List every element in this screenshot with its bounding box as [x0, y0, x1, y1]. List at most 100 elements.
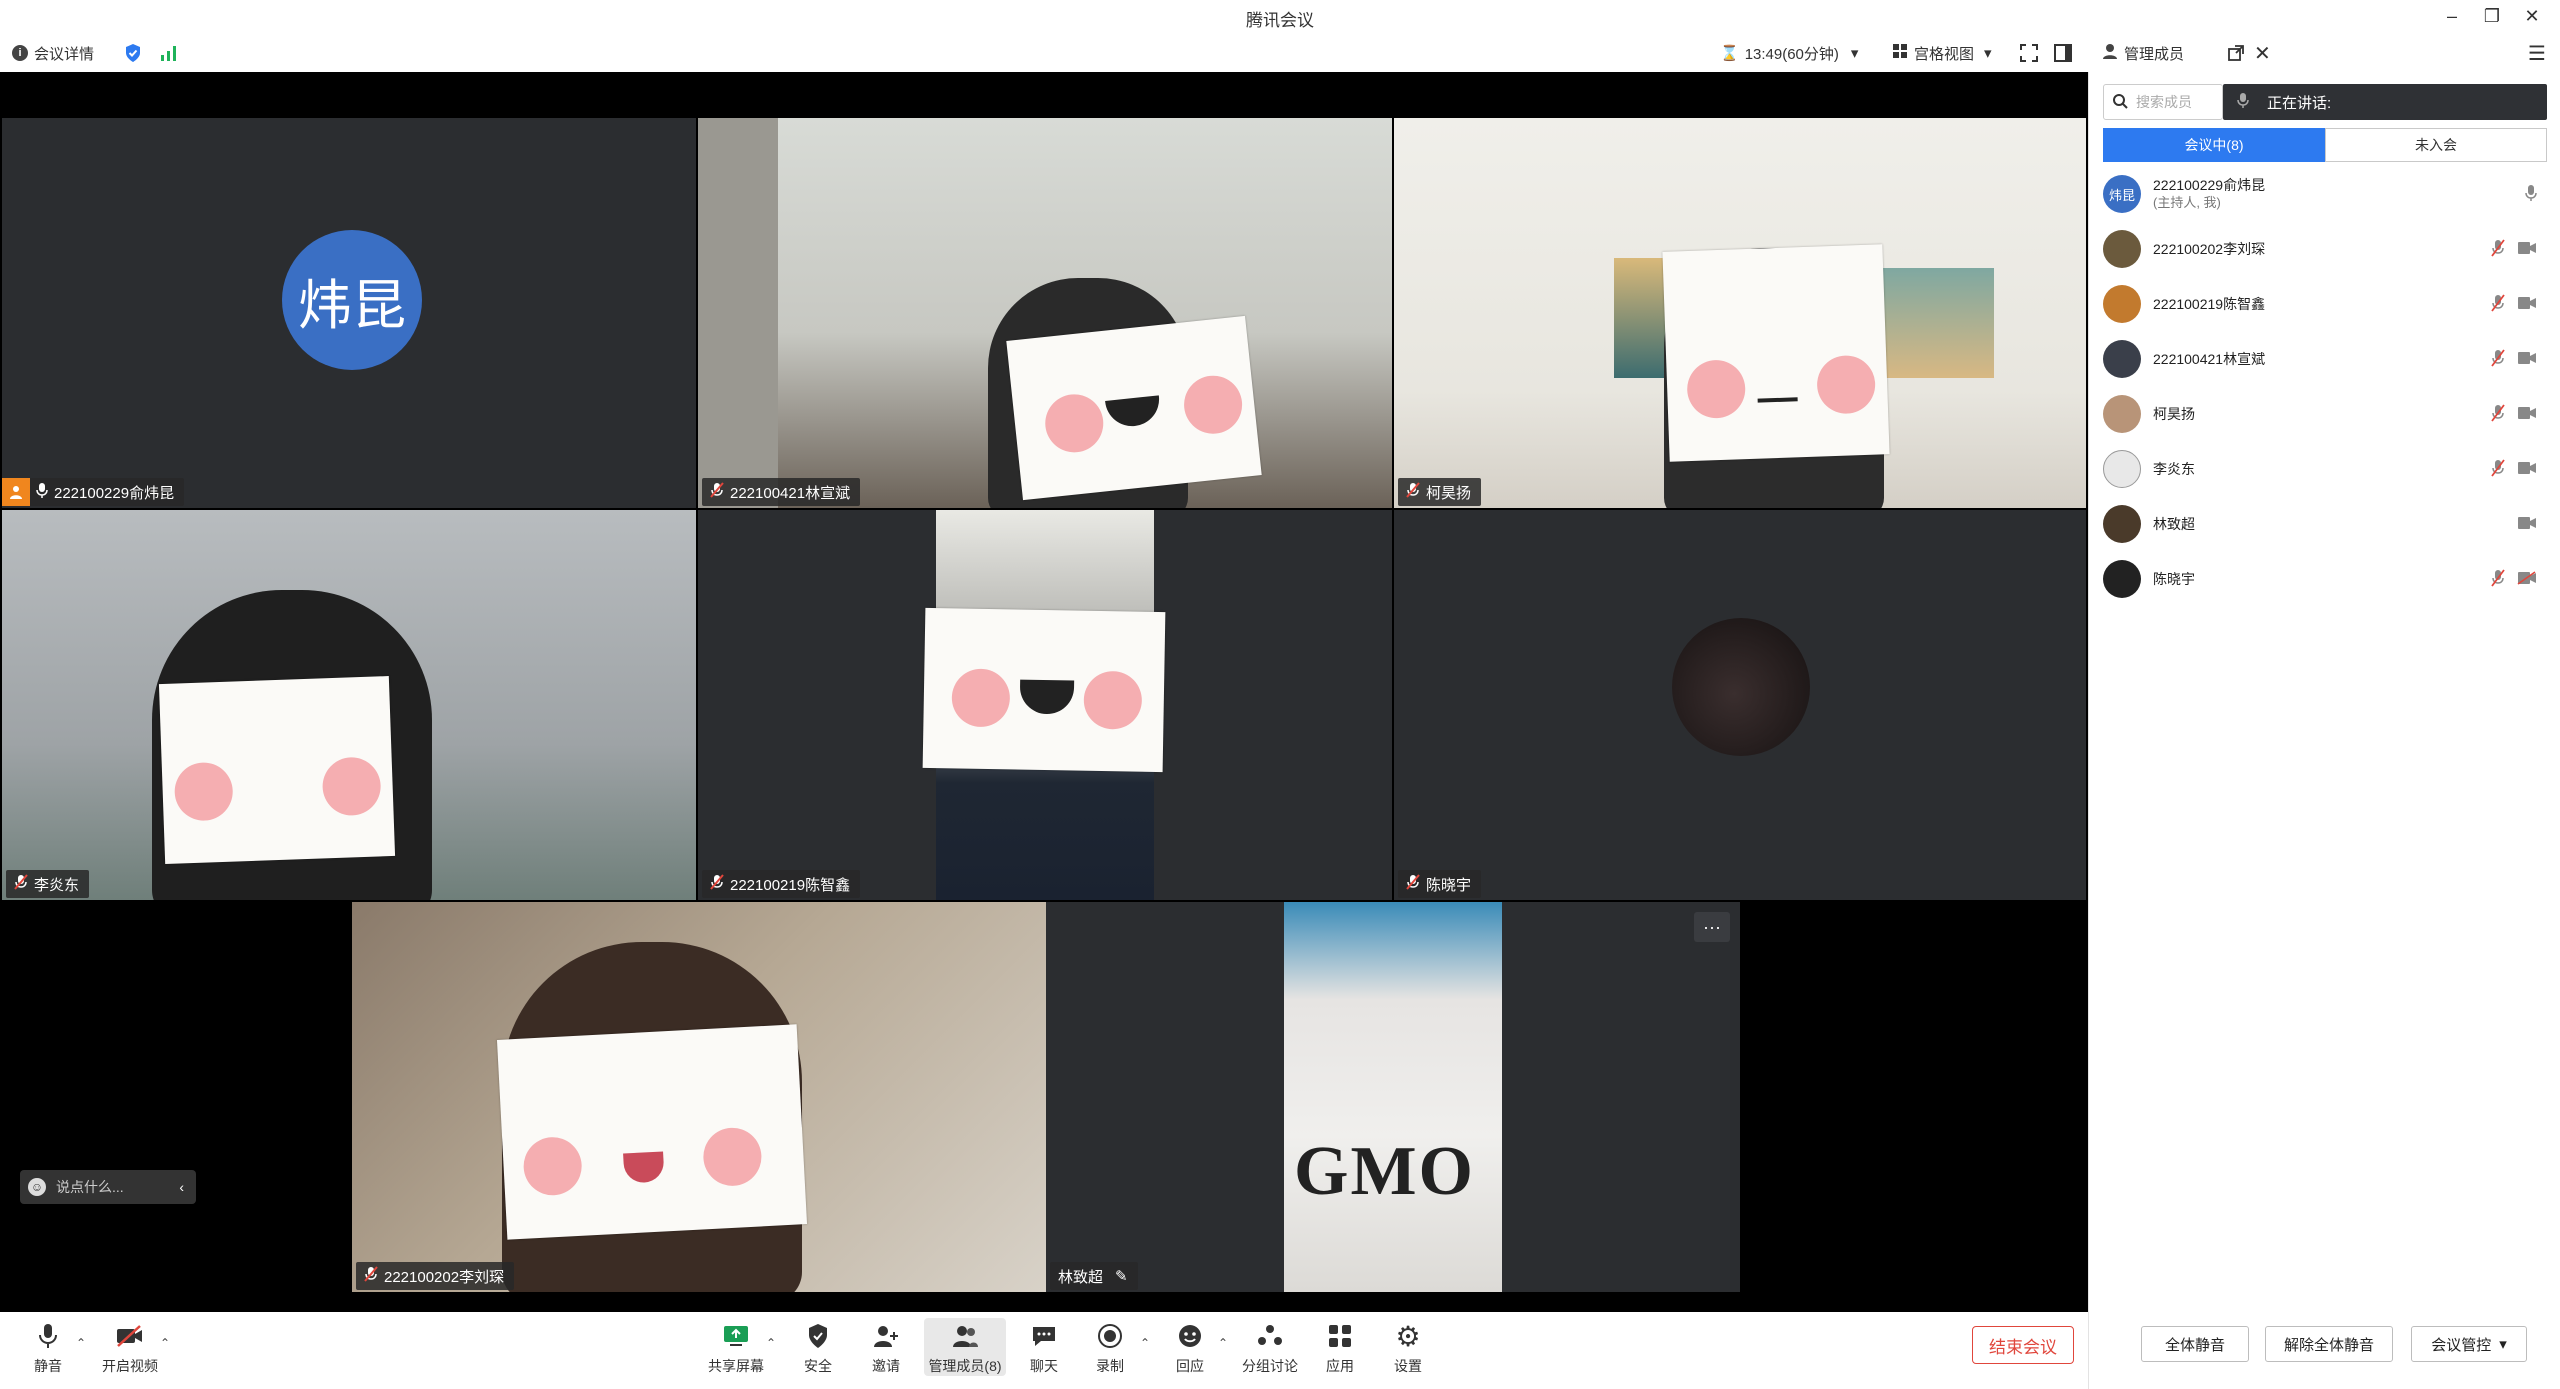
- member-name-block: 李炎东: [2153, 460, 2195, 478]
- camera-icon[interactable]: [2517, 351, 2537, 370]
- member-row[interactable]: 222100421林宣斌: [2103, 335, 2547, 383]
- close-window-icon[interactable]: ✕: [2514, 2, 2550, 30]
- mic-muted-icon[interactable]: [2491, 349, 2505, 372]
- member-row[interactable]: 222100202李刘琛: [2103, 225, 2547, 273]
- member-row[interactable]: 222100219陈智鑫: [2103, 280, 2547, 328]
- chat-input[interactable]: ☺ 说点什么... ‹: [20, 1170, 196, 1204]
- manage-members-button[interactable]: 管理成员(8): [924, 1318, 1006, 1376]
- hourglass-icon: ⌛: [1720, 45, 1739, 62]
- mic-muted-icon[interactable]: [2491, 294, 2505, 317]
- tile-name-tag: 222100229俞炜昆: [2, 478, 185, 506]
- video-tile[interactable]: 李炎东: [2, 510, 696, 900]
- camera-icon[interactable]: [2517, 516, 2537, 535]
- member-name: 222100421林宣斌: [2153, 351, 2266, 367]
- tile-name-tag: 陈晓宇: [1398, 870, 1482, 898]
- meeting-controls: 静音 ⌃ 开启视频 ⌃ 共享屏幕 ⌃ 安全 邀请 管理成员(8) 聊天 录制 ⌃…: [0, 1312, 2088, 1389]
- chevron-up-icon[interactable]: ⌃: [1218, 1336, 1228, 1350]
- mute-all-button[interactable]: 全体静音: [2141, 1326, 2249, 1362]
- video-tile[interactable]: 222100202李刘琛: [352, 902, 1046, 1292]
- chevron-up-icon[interactable]: ⌃: [1140, 1336, 1150, 1350]
- member-row[interactable]: 陈晓宇: [2103, 555, 2547, 603]
- menu-icon[interactable]: ☰: [2528, 40, 2546, 66]
- meeting-timer[interactable]: ⌛ 13:49(60分钟) ▾: [1720, 40, 1858, 66]
- chevron-up-icon[interactable]: ⌃: [160, 1336, 170, 1350]
- mic-muted-icon[interactable]: [2491, 569, 2505, 592]
- member-search-input[interactable]: 搜索成员: [2103, 84, 2223, 120]
- settings-label: 设置: [1394, 1358, 1422, 1374]
- signal-icon[interactable]: [160, 40, 178, 66]
- emoji-face-sticker: [496, 1024, 808, 1240]
- sidebar-toggle-icon[interactable]: [2054, 40, 2072, 66]
- video-tile[interactable]: 柯昊扬: [1394, 118, 2086, 508]
- mic-muted-icon[interactable]: [2491, 404, 2505, 427]
- video-tile-host[interactable]: 炜昆 222100229俞炜昆: [2, 118, 696, 508]
- collapse-chevron-icon[interactable]: ‹: [179, 1179, 184, 1195]
- share-screen-button[interactable]: 共享屏幕: [696, 1320, 776, 1376]
- avatar: [2103, 230, 2141, 268]
- breakout-label: 分组讨论: [1242, 1358, 1298, 1374]
- mic-icon[interactable]: [2525, 184, 2537, 207]
- meeting-info-button[interactable]: i 会议详情: [12, 40, 94, 66]
- chevron-up-icon[interactable]: ⌃: [766, 1336, 776, 1350]
- mic-muted-icon: [1406, 874, 1420, 894]
- camera-off-icon[interactable]: [2517, 571, 2537, 590]
- member-panel-header: 管理成员 ✕ ☰: [2088, 34, 2560, 72]
- mic-icon: [36, 482, 48, 502]
- search-icon: [2112, 93, 2128, 112]
- tile-name: 李炎东: [34, 876, 80, 894]
- avatar: [2103, 560, 2141, 598]
- emoji-face-sticker: [1006, 315, 1262, 501]
- member-row[interactable]: 柯昊扬: [2103, 390, 2547, 438]
- more-options-icon[interactable]: ···: [1694, 912, 1730, 942]
- breakout-button[interactable]: 分组讨论: [1230, 1320, 1310, 1376]
- member-row[interactable]: 炜昆 222100229俞炜昆 (主持人, 我): [2103, 170, 2547, 218]
- grid-icon: [1892, 43, 1908, 63]
- close-panel-icon[interactable]: ✕: [2254, 40, 2271, 66]
- mic-icon: [32, 1320, 64, 1352]
- member-row[interactable]: 李炎东: [2103, 445, 2547, 493]
- video-tile[interactable]: 陈晓宇: [1394, 510, 2086, 900]
- view-mode-button[interactable]: 宫格视图 ▾: [1892, 40, 1992, 66]
- chevron-up-icon[interactable]: ⌃: [76, 1336, 86, 1350]
- restore-icon[interactable]: ❐: [2474, 2, 2510, 30]
- camera-icon[interactable]: [2517, 296, 2537, 315]
- emoji-icon: ☺: [28, 1178, 46, 1196]
- mic-icon: [2237, 92, 2249, 112]
- tile-name: 222100202李刘琛: [384, 1268, 505, 1286]
- video-tile[interactable]: GMO ··· 林致超 ✎: [1046, 902, 1740, 1292]
- chevron-down-icon: ▾: [1984, 45, 1992, 62]
- popout-icon[interactable]: [2228, 40, 2244, 66]
- camera-icon[interactable]: [2517, 241, 2537, 260]
- security-shield-icon[interactable]: [124, 40, 142, 66]
- member-row[interactable]: 林致超: [2103, 500, 2547, 548]
- share-label: 共享屏幕: [708, 1358, 764, 1374]
- record-button[interactable]: 录制: [1070, 1320, 1150, 1376]
- member-name-block: 222100229俞炜昆 (主持人, 我): [2153, 176, 2265, 212]
- unmute-all-button[interactable]: 解除全体静音: [2265, 1326, 2393, 1362]
- mic-muted-icon: [710, 482, 724, 502]
- video-grid: 炜昆 222100229俞炜昆 222100421林宣斌 柯昊扬 李炎东 222…: [0, 72, 2088, 1312]
- video-tile[interactable]: 222100219陈智鑫: [698, 510, 1392, 900]
- mic-muted-icon[interactable]: [2491, 459, 2505, 482]
- tile-name: 222100229俞炜昆: [54, 484, 175, 502]
- tab-not-joined[interactable]: 未入会: [2325, 128, 2547, 162]
- chevron-down-icon: ▾: [2499, 1336, 2507, 1353]
- emoji-face-sticker: [158, 676, 396, 864]
- video-tile[interactable]: 222100421林宣斌: [698, 118, 1392, 508]
- edit-name-icon[interactable]: ✎: [1115, 1267, 1128, 1285]
- camera-icon[interactable]: [2517, 406, 2537, 425]
- tile-name-tag: 222100421林宣斌: [702, 478, 861, 506]
- window-title: 腾讯会议: [1246, 11, 1314, 30]
- mic-muted-icon[interactable]: [2491, 239, 2505, 262]
- member-name-block: 陈晓宇: [2153, 570, 2195, 588]
- tab-in-meeting[interactable]: 会议中(8): [2103, 128, 2325, 162]
- minimize-icon[interactable]: –: [2434, 2, 2470, 30]
- end-meeting-button[interactable]: 结束会议: [1972, 1326, 2074, 1364]
- fullscreen-icon[interactable]: [2020, 40, 2038, 66]
- meeting-control-button[interactable]: 会议管控 ▾: [2411, 1326, 2527, 1362]
- tile-name: 柯昊扬: [1426, 484, 1472, 502]
- settings-button[interactable]: ⚙ 设置: [1368, 1320, 1448, 1376]
- camera-icon[interactable]: [2517, 461, 2537, 480]
- start-video-button[interactable]: 开启视频: [90, 1320, 170, 1376]
- invite-button[interactable]: 邀请: [846, 1320, 926, 1376]
